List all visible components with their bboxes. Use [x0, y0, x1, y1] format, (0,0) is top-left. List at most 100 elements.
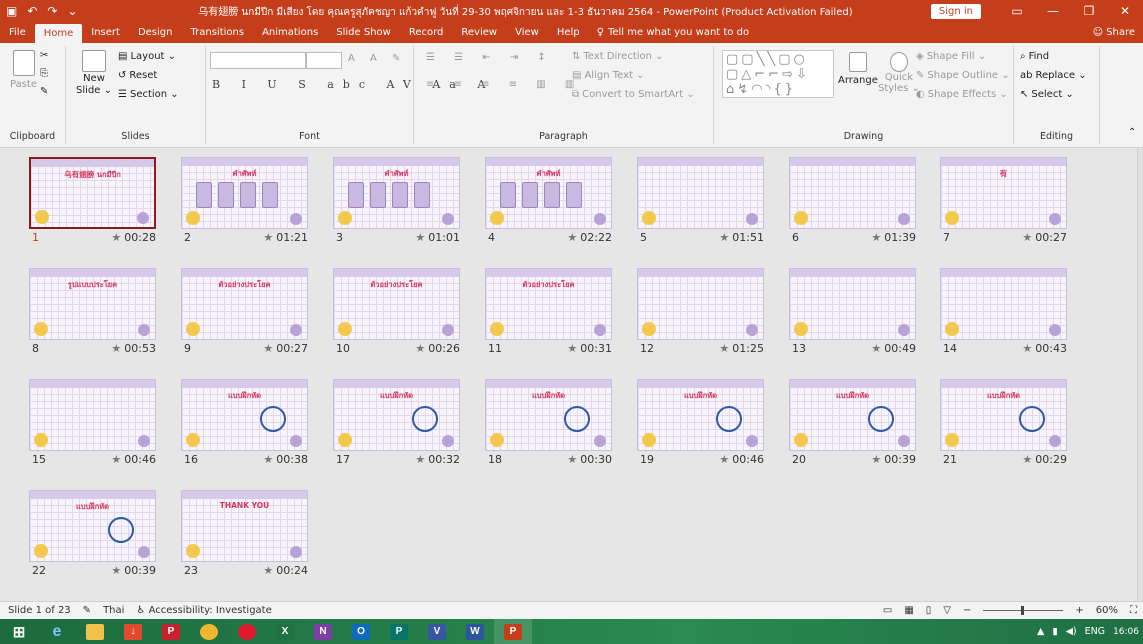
taskbar-visio[interactable]: V [418, 619, 456, 644]
taskbar-downloader[interactable]: ↓ [114, 619, 152, 644]
tab-animations[interactable]: Animations [253, 22, 327, 43]
taskbar-publisher[interactable]: P [380, 619, 418, 644]
layout-button[interactable]: ▤ Layout ⌄ [118, 51, 176, 62]
restore-icon[interactable]: ❐ [1071, 0, 1107, 22]
transition-star-icon[interactable]: ★ [1022, 342, 1032, 355]
tab-home[interactable]: Home [34, 24, 83, 43]
transition-star-icon[interactable]: ★ [719, 342, 729, 355]
slide-preview[interactable] [29, 379, 156, 451]
ribbon-display-options-icon[interactable]: ▭ [999, 0, 1035, 22]
taskbar-opera[interactable] [228, 619, 266, 644]
transition-star-icon[interactable]: ★ [415, 453, 425, 466]
slide-thumbnail[interactable]: 5 ★ 01:51 [637, 157, 764, 244]
transition-star-icon[interactable]: ★ [567, 453, 577, 466]
slide-preview[interactable] [789, 268, 916, 340]
zoom-in-icon[interactable]: + [1075, 605, 1083, 616]
taskbar-ie[interactable]: e [38, 619, 76, 644]
format-painter-icon[interactable]: ✎ [40, 86, 48, 97]
slide-preview[interactable]: 有 [940, 157, 1067, 229]
tab-design[interactable]: Design [129, 22, 182, 43]
transition-star-icon[interactable]: ★ [111, 453, 121, 466]
font-size-combo[interactable] [306, 52, 342, 69]
slide-preview[interactable] [940, 268, 1067, 340]
slide-preview[interactable] [637, 268, 764, 340]
slide-thumbnail[interactable]: ตัวอย่างประโยค 10 ★ 00:26 [333, 268, 460, 355]
replace-button[interactable]: ab Replace ⌄ [1020, 70, 1087, 81]
transition-star-icon[interactable]: ★ [871, 453, 881, 466]
transition-star-icon[interactable]: ★ [567, 231, 577, 244]
list-buttons[interactable]: ☰ ☰ ⇤ ⇥ ↕ [426, 52, 554, 63]
tab-transitions[interactable]: Transitions [181, 22, 253, 43]
slide-thumbnail[interactable]: คำศัพท์ 4 ★ 02:22 [485, 157, 612, 244]
tab-review[interactable]: Review [452, 22, 506, 43]
section-button[interactable]: ☰ Section ⌄ [118, 89, 179, 100]
taskbar-onenote[interactable]: N [304, 619, 342, 644]
cut-icon[interactable]: ✂ [40, 50, 48, 61]
normal-view-icon[interactable]: ▭ [883, 605, 892, 616]
start-button[interactable]: ⊞ [0, 619, 38, 644]
tab-insert[interactable]: Insert [82, 22, 129, 43]
network-icon[interactable]: ▮ [1052, 626, 1057, 637]
taskbar-explorer[interactable] [76, 619, 114, 644]
slide-preview[interactable]: รูปแบบประโยค [29, 268, 156, 340]
slide-thumbnail[interactable]: รูปแบบประโยค 8 ★ 00:53 [29, 268, 156, 355]
slide-preview[interactable]: THANK YOU [181, 490, 308, 562]
arrange-button[interactable]: Arrange [838, 52, 878, 86]
slide-thumbnail[interactable]: 14 ★ 00:43 [940, 268, 1067, 355]
slide-preview[interactable]: แบบฝึกหัด [789, 379, 916, 451]
slide-thumbnail[interactable]: ตัวอย่างประโยค 9 ★ 00:27 [181, 268, 308, 355]
quick-styles-button[interactable]: Quick Styles ⌄ [878, 52, 920, 94]
convert-smartart-button[interactable]: ⧉ Convert to SmartArt ⌄ [572, 89, 695, 100]
slide-thumbnail[interactable]: แบบฝึกหัด 17 ★ 00:32 [333, 379, 460, 466]
zoom-slider-knob[interactable] [1021, 606, 1025, 615]
slide-thumbnail[interactable]: ตัวอย่างประโยค 11 ★ 00:31 [485, 268, 612, 355]
slide-thumbnail[interactable]: คำศัพท์ 2 ★ 01:21 [181, 157, 308, 244]
share-button[interactable]: ☺ Share [1093, 22, 1143, 43]
slide-preview[interactable]: แบบฝึกหัด [637, 379, 764, 451]
tell-me-search[interactable]: ♀ Tell me what you want to do [589, 22, 757, 43]
transition-star-icon[interactable]: ★ [1022, 453, 1032, 466]
new-slide-button[interactable]: New Slide ⌄ [76, 50, 112, 96]
reading-view-icon[interactable]: ▯ [926, 605, 932, 616]
transition-star-icon[interactable]: ★ [871, 231, 881, 244]
input-language[interactable]: ENG [1085, 626, 1105, 637]
align-text-button[interactable]: ▤ Align Text ⌄ [572, 70, 645, 81]
slide-thumbnail[interactable]: 6 ★ 01:39 [789, 157, 916, 244]
slide-thumbnail[interactable]: THANK YOU 23 ★ 00:24 [181, 490, 308, 577]
shape-fill-button[interactable]: ◈ Shape Fill ⌄ [916, 51, 986, 62]
taskbar-outlook[interactable]: O [342, 619, 380, 644]
slide-preview[interactable]: คำศัพท์ [181, 157, 308, 229]
transition-star-icon[interactable]: ★ [719, 231, 729, 244]
undo-icon[interactable]: ↶ [27, 0, 37, 22]
slide-preview[interactable] [789, 157, 916, 229]
zoom-out-icon[interactable]: − [963, 605, 971, 616]
shape-effects-button[interactable]: ◐ Shape Effects ⌄ [916, 89, 1008, 100]
font-name-combo[interactable] [210, 52, 306, 69]
taskbar-excel[interactable]: X [266, 619, 304, 644]
slide-sorter-view-icon[interactable]: ▦ [904, 605, 913, 616]
slide-thumbnail[interactable]: 15 ★ 00:46 [29, 379, 156, 466]
slide-thumbnail[interactable]: 乌有翅膀 นกมีปีก 1 ★ 00:28 [29, 157, 156, 244]
customize-qat-icon[interactable]: ⌄ [67, 0, 77, 22]
slide-preview[interactable]: ตัวอย่างประโยค [333, 268, 460, 340]
paste-button[interactable]: Paste [10, 50, 37, 90]
slide-preview[interactable]: แบบฝึกหัด [333, 379, 460, 451]
taskbar-chrome[interactable] [190, 619, 228, 644]
tab-record[interactable]: Record [400, 22, 453, 43]
taskbar-word[interactable]: W [456, 619, 494, 644]
slide-preview[interactable] [637, 157, 764, 229]
slide-preview[interactable]: แบบฝึกหัด [181, 379, 308, 451]
tab-slide-show[interactable]: Slide Show [327, 22, 400, 43]
find-button[interactable]: ⌕ Find [1020, 51, 1049, 62]
transition-star-icon[interactable]: ★ [111, 564, 121, 577]
slideshow-view-icon[interactable]: ▽ [943, 605, 951, 616]
transition-star-icon[interactable]: ★ [415, 231, 425, 244]
slide-thumbnail[interactable]: 13 ★ 00:49 [789, 268, 916, 355]
fit-to-window-icon[interactable]: ⛶ [1130, 605, 1137, 616]
transition-star-icon[interactable]: ★ [719, 453, 729, 466]
slide-preview[interactable]: 乌有翅膀 นกมีปีก [29, 157, 156, 229]
copy-icon[interactable]: ⎘ [40, 68, 48, 79]
slide-thumbnail[interactable]: 有 7 ★ 00:27 [940, 157, 1067, 244]
redo-icon[interactable]: ↷ [47, 0, 57, 22]
taskbar-powerpoint[interactable]: P [494, 619, 532, 644]
